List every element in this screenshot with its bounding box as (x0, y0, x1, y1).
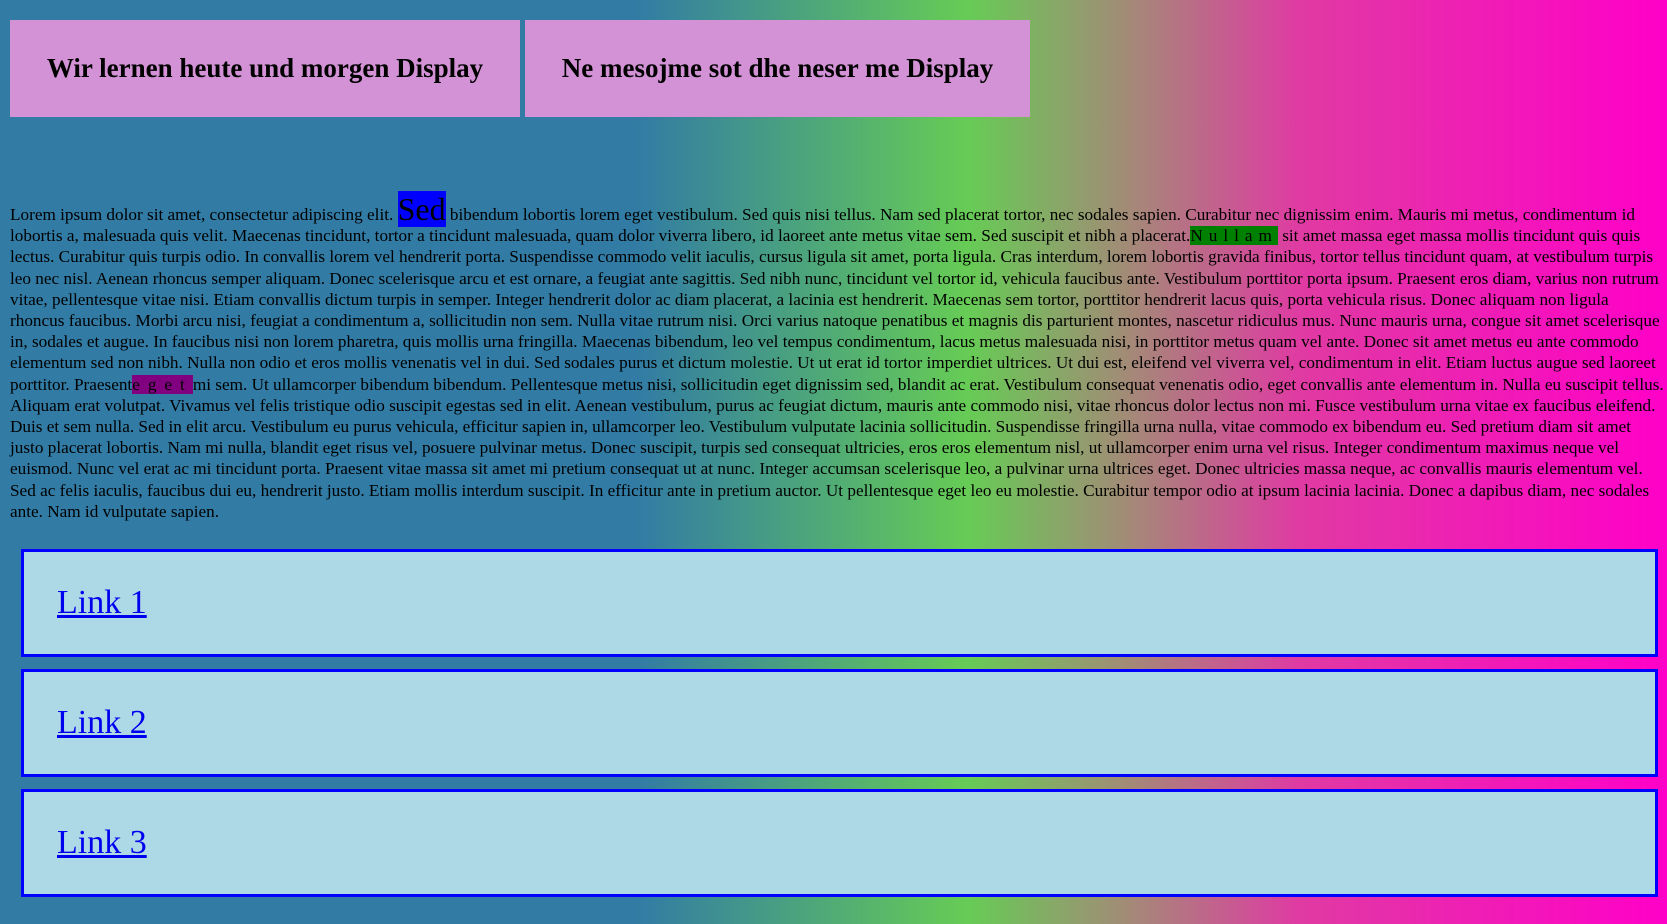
heading-german: Wir lernen heute und morgen Display (46, 53, 484, 83)
lorem-paragraph: Lorem ipsum dolor sit amet, consectetur … (10, 191, 1667, 522)
link-box-2: Link 2 (21, 669, 1658, 777)
link-box-3: Link 3 (21, 789, 1658, 897)
link-box-1: Link 1 (21, 549, 1658, 657)
heading-boxes: Wir lernen heute und morgen Display Ne m… (10, 20, 1030, 117)
heading-box-albanian: Ne mesojme sot dhe neser me Display (525, 20, 1030, 117)
link-list: Link 1 Link 2 Link 3 (21, 549, 1658, 909)
paragraph-text-1: Lorem ipsum dolor sit amet, consectetur … (10, 205, 398, 224)
paragraph-text-4: mi sem. Ut ullamcorper bibendum bibendum… (10, 374, 1664, 521)
highlight-sed: Sed (397, 191, 446, 227)
highlight-nullam: Nullam (1190, 226, 1278, 246)
link-3[interactable]: Link 3 (57, 824, 147, 862)
heading-box-german: Wir lernen heute und morgen Display (10, 20, 520, 117)
highlight-eget: eget (132, 374, 193, 394)
link-2[interactable]: Link 2 (57, 704, 147, 742)
link-1[interactable]: Link 1 (57, 584, 147, 622)
paragraph-text-3: sit amet massa eget massa mollis tincidu… (10, 226, 1660, 394)
heading-albanian: Ne mesojme sot dhe neser me Display (561, 53, 994, 83)
